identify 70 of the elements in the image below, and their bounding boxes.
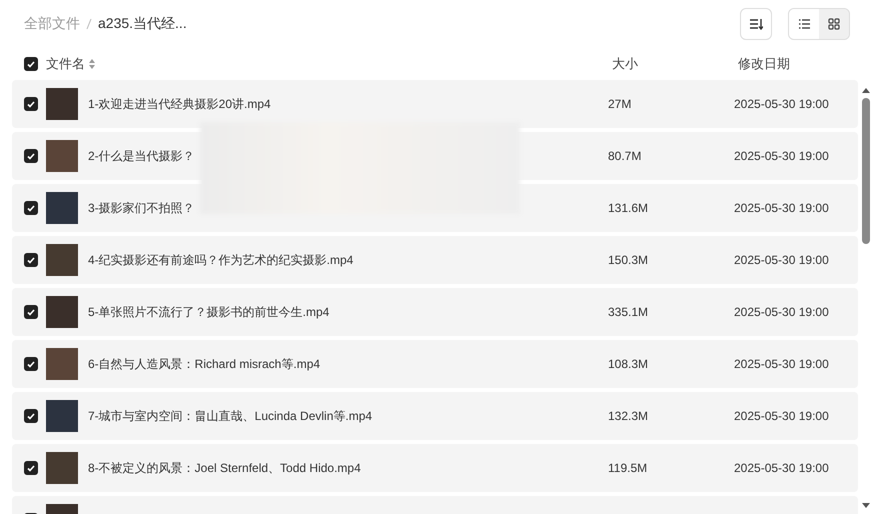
video-thumbnail bbox=[46, 452, 78, 484]
modified-date: 2025-05-30 19:00 bbox=[734, 253, 829, 267]
modified-date: 2025-05-30 19:00 bbox=[734, 149, 829, 163]
file-name: 6-自然与人造风景：Richard misrach等.mp4 bbox=[88, 356, 320, 372]
check-icon bbox=[27, 60, 35, 68]
file-name: 3-摄影家们不拍照？ bbox=[88, 200, 195, 216]
modified-date: 2025-05-30 19:00 bbox=[734, 305, 829, 319]
file-row[interactable]: 6-自然与人造风景：Richard misrach等.mp4 108.3M 2025-05-30 19:00 bbox=[12, 340, 858, 388]
modified-date: 2025-05-30 19:00 bbox=[734, 461, 829, 475]
modified-date: 2025-05-30 19:00 bbox=[734, 97, 829, 111]
file-row[interactable]: 8-不被定义的风景：Joel Sternfeld、Todd Hido.mp4 119.5M 2025-05-30 19:00 bbox=[12, 444, 858, 492]
file-size: 335.1M bbox=[608, 305, 648, 319]
checkbox[interactable] bbox=[24, 305, 38, 319]
file-row[interactable]: 1-欢迎走进当代经典摄影20讲.mp4 27M 2025-05-30 19:00 bbox=[12, 80, 858, 128]
check-icon bbox=[27, 412, 35, 420]
file-size: 27M bbox=[608, 97, 632, 111]
scroll-up-icon[interactable] bbox=[861, 86, 871, 94]
file-name: 5-单张照片不流行了？摄影书的前世今生.mp4 bbox=[88, 304, 330, 320]
check-icon bbox=[27, 152, 35, 160]
file-name: 7-城市与室内空间：畠山直哉、Lucinda Devlin等.mp4 bbox=[88, 408, 372, 424]
breadcrumb-separator-icon bbox=[86, 18, 92, 30]
list-view-button[interactable] bbox=[789, 9, 819, 39]
video-thumbnail bbox=[46, 348, 78, 380]
column-header[interactable]: 文件名 bbox=[46, 55, 85, 73]
checkbox[interactable] bbox=[24, 149, 38, 163]
checkbox[interactable] bbox=[24, 253, 38, 267]
file-row[interactable]: 4-纪实摄影还有前途吗？作为艺术的纪实摄影.mp4 150.3M 2025-05-30 19:00 bbox=[12, 236, 858, 284]
check-icon bbox=[27, 360, 35, 368]
column-header[interactable]: 修改日期 bbox=[738, 56, 790, 71]
checkbox[interactable] bbox=[24, 57, 38, 71]
checkbox[interactable] bbox=[24, 461, 38, 475]
video-thumbnail bbox=[46, 192, 78, 224]
sort-button[interactable] bbox=[740, 8, 772, 40]
video-thumbnail bbox=[46, 296, 78, 328]
file-name: 1-欢迎走进当代经典摄影20讲.mp4 bbox=[88, 96, 271, 112]
check-icon bbox=[27, 204, 35, 212]
modified-date: 2025-05-30 19:00 bbox=[734, 201, 829, 215]
video-thumbnail bbox=[46, 400, 78, 432]
scrollbar-thumb[interactable] bbox=[862, 98, 870, 244]
modified-date: 2025-05-30 19:00 bbox=[734, 409, 829, 423]
video-thumbnail bbox=[46, 244, 78, 276]
file-size: 119.5M bbox=[608, 461, 648, 475]
file-size: 80.7M bbox=[608, 149, 642, 163]
file-row[interactable]: 7-城市与室内空间：畠山直哉、Lucinda Devlin等.mp4 132.3M 2025-05-30 19:00 bbox=[12, 392, 858, 440]
check-icon bbox=[27, 464, 35, 472]
column-header[interactable]: 大小 bbox=[612, 56, 638, 71]
file-size: 132.3M bbox=[608, 409, 648, 423]
video-thumbnail bbox=[46, 88, 78, 120]
checkbox[interactable] bbox=[24, 357, 38, 371]
check-icon bbox=[27, 100, 35, 108]
checkbox[interactable] bbox=[24, 97, 38, 111]
check-icon bbox=[27, 256, 35, 264]
checkbox[interactable] bbox=[24, 409, 38, 423]
sort-icon bbox=[749, 18, 763, 30]
file-size: 150.3M bbox=[608, 253, 648, 267]
video-thumbnail bbox=[46, 140, 78, 172]
file-name: 4-纪实摄影还有前途吗？作为艺术的纪实摄影.mp4 bbox=[88, 252, 354, 268]
file-name: 2-什么是当代摄影？ bbox=[88, 148, 195, 164]
list-icon bbox=[798, 19, 810, 29]
file-row[interactable]: 5-单张照片不流行了？摄影书的前世今生.mp4 335.1M 2025-05-30 19:00 bbox=[12, 288, 858, 336]
checkbox[interactable] bbox=[24, 201, 38, 215]
modified-date: 2025-05-30 19:00 bbox=[734, 357, 829, 371]
breadcrumb-link[interactable]: a235.当代经... bbox=[98, 15, 187, 33]
check-icon bbox=[27, 308, 35, 316]
file-size: 108.3M bbox=[608, 357, 648, 371]
file-size: 131.6M bbox=[608, 201, 648, 215]
file-name: 8-不被定义的风景：Joel Sternfeld、Todd Hido.mp4 bbox=[88, 460, 361, 476]
grid-icon bbox=[828, 18, 840, 30]
sort-icon[interactable] bbox=[89, 59, 95, 69]
scroll-down-icon[interactable] bbox=[861, 502, 871, 510]
